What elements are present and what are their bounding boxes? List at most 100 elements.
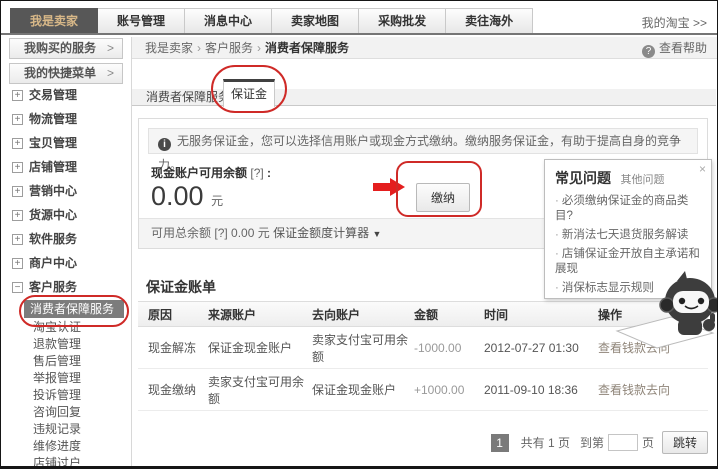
view-help-label: 查看帮助: [658, 41, 707, 55]
breadcrumb: 我是卖家 › 客户服务 › 消费者保障服务 ? 查看帮助: [132, 37, 717, 59]
cell-reason: 现金缴纳: [148, 383, 197, 397]
sidebar-item-label: 软件服务: [29, 232, 78, 246]
quick-menu-label: 我的快捷菜单: [24, 66, 97, 80]
total-balance-label: 可用总余额: [151, 226, 212, 240]
nav-tab-i-am-seller[interactable]: 我是卖家: [10, 8, 99, 33]
sidebar-item-label: 店铺管理: [29, 160, 78, 174]
cell-amount: -1000.00: [414, 340, 462, 355]
expand-icon[interactable]: +: [12, 258, 23, 269]
breadcrumb-seller[interactable]: 我是卖家: [145, 41, 193, 55]
purchased-services-button[interactable]: 我购买的服务 >: [9, 38, 123, 59]
sidebar-item-repair-progress[interactable]: 维修进度: [1, 438, 130, 455]
breadcrumb-current: 消费者保障服务: [265, 41, 350, 55]
sidebar-item-taobao-auth[interactable]: 淘宝认证: [1, 319, 130, 336]
view-help-link[interactable]: ? 查看帮助: [641, 37, 707, 59]
sidebar-item-label: 客户服务: [29, 280, 78, 294]
sidebar-item-logistics[interactable]: + 物流管理: [1, 107, 130, 131]
sidebar-item-aftersale[interactable]: 售后管理: [1, 353, 130, 370]
red-arrow-icon: [373, 178, 405, 196]
total-balance-value: 0.00 元: [231, 226, 270, 240]
sidebar-item-shop-transfer[interactable]: 店铺过户: [1, 455, 130, 466]
sidebar-item-customer-service[interactable]: − 客户服务: [1, 275, 130, 299]
sidebar-item-shop[interactable]: + 店铺管理: [1, 155, 130, 179]
sidebar-item-inquiry-reply[interactable]: 咨询回复: [1, 404, 130, 421]
cell-from: 卖家支付宝可用余额: [208, 374, 305, 406]
question-icon: ?: [641, 45, 655, 58]
cash-balance-label-text: 现金账户可用余额: [151, 166, 248, 180]
cell-time: 2012-07-27 01:30: [484, 340, 579, 355]
breadcrumb-customer-service[interactable]: 客户服务: [205, 41, 253, 55]
cell-reason: 现金解冻: [148, 341, 197, 355]
sidebar-item-items[interactable]: + 宝贝管理: [1, 131, 130, 155]
expand-icon[interactable]: +: [12, 162, 23, 173]
breadcrumb-separator: ›: [257, 41, 262, 55]
col-time: 时间: [484, 307, 509, 322]
expand-icon[interactable]: +: [12, 210, 23, 221]
info-icon: i: [158, 138, 171, 151]
chevron-right-icon: >: [106, 41, 114, 55]
quick-menu-button[interactable]: 我的快捷菜单 >: [9, 63, 123, 84]
goto-page-input[interactable]: [607, 434, 638, 451]
mascot-robot: [615, 271, 717, 349]
currency-unit: 元: [211, 194, 224, 208]
expand-icon[interactable]: +: [12, 114, 23, 125]
faq-link[interactable]: 必须缴纳保证金的商品类目?: [555, 194, 705, 224]
cash-balance-label: 现金账户可用余额 [?] :: [151, 164, 271, 181]
sidebar-item-violations[interactable]: 违规记录: [1, 421, 130, 438]
faq-link[interactable]: 新消法七天退货服务解读: [555, 228, 705, 243]
sidebar-item-refunds[interactable]: 退款管理: [1, 336, 130, 353]
cell-to: 卖家支付宝可用余额: [312, 332, 409, 364]
sidebar-item-label: 商户中心: [29, 256, 78, 270]
view-money-flow-link[interactable]: 查看钱款去向: [598, 383, 670, 397]
purchased-services-label: 我购买的服务: [24, 41, 97, 55]
my-taobao-link[interactable]: 我的淘宝 >>: [642, 14, 707, 31]
breadcrumb-separator: ›: [197, 41, 202, 55]
balance-help-marker[interactable]: [?]: [250, 166, 263, 180]
page-number-button[interactable]: 1: [490, 433, 509, 452]
sidebar-item-reports[interactable]: 举报管理: [1, 370, 130, 387]
sidebar-item-merchant[interactable]: + 商户中心: [1, 251, 130, 275]
deposit-alert: i 无服务保证金，您可以选择信用账户或现金方式缴纳。缴纳服务保证金，有助于提高自身…: [148, 128, 698, 172]
colon: :: [267, 166, 272, 180]
sidebar-item-complaints[interactable]: 投诉管理: [1, 387, 130, 404]
sidebar-item-software[interactable]: + 软件服务: [1, 227, 130, 251]
tab-deposit[interactable]: 保证金: [223, 79, 275, 107]
sidebar-item-trade[interactable]: + 交易管理: [1, 83, 130, 107]
sidebar-item-marketing[interactable]: + 营销中心: [1, 179, 130, 203]
nav-tab-wholesale[interactable]: 采购批发: [359, 8, 447, 33]
faq-other-questions-link[interactable]: 其他问题: [620, 174, 664, 186]
cell-amount: +1000.00: [414, 382, 465, 397]
jump-button[interactable]: 跳转: [661, 431, 708, 454]
top-nav-tabs: 我是卖家 账号管理 消息中心 卖家地图 采购批发 卖往海外: [10, 8, 534, 33]
top-navigation: 我是卖家 账号管理 消息中心 卖家地图 采购批发 卖往海外 我的淘宝 >>: [1, 1, 717, 35]
cell-to: 保证金现金账户: [312, 383, 397, 397]
chevron-down-icon[interactable]: ▼: [372, 229, 381, 239]
close-icon[interactable]: ×: [699, 162, 706, 176]
cell-time: 2011-09-10 18:36: [484, 382, 578, 397]
nav-tab-messages[interactable]: 消息中心: [185, 8, 273, 33]
sidebar-menu: + 交易管理 + 物流管理 + 宝贝管理 + 店铺管理 + 营销中心 + 货源中心 + 软件服…: [1, 83, 130, 466]
balance-amount: 0.00: [151, 181, 204, 211]
nav-tab-account[interactable]: 账号管理: [98, 8, 186, 33]
total-balance-help-marker[interactable]: [?]: [214, 226, 227, 240]
tab-consumer-protection[interactable]: 消费者保障服务: [146, 89, 230, 106]
total-pages-label: 共有 1 页: [520, 436, 570, 450]
nav-tab-seller-map[interactable]: 卖家地图: [272, 8, 360, 33]
expand-icon[interactable]: +: [12, 186, 23, 197]
expand-icon[interactable]: +: [12, 138, 23, 149]
sidebar-item-consumer-protection[interactable]: 消费者保障服务: [24, 300, 124, 318]
nav-tab-overseas[interactable]: 卖往海外: [446, 8, 534, 33]
pay-deposit-button[interactable]: 缴纳: [416, 183, 471, 212]
expand-icon[interactable]: +: [12, 90, 23, 101]
sidebar-item-supply[interactable]: + 货源中心: [1, 203, 130, 227]
sidebar-item-label: 物流管理: [29, 112, 78, 126]
goto-page-label: 到第: [579, 436, 604, 450]
table-row: 现金缴纳 卖家支付宝可用余额 保证金现金账户 +1000.00 2011-09-…: [138, 369, 708, 411]
sidebar-item-label: 交易管理: [29, 88, 78, 102]
sidebar-item-label: 宝贝管理: [29, 136, 78, 150]
deposit-calculator-link[interactable]: 保证金额度计算器: [273, 226, 369, 240]
expand-icon[interactable]: +: [12, 234, 23, 245]
collapse-icon[interactable]: −: [12, 282, 23, 293]
goto-page-suffix: 页: [641, 436, 654, 450]
seller-center-window: 我是卖家 账号管理 消息中心 卖家地图 采购批发 卖往海外 我的淘宝 >> 我购…: [0, 0, 718, 469]
